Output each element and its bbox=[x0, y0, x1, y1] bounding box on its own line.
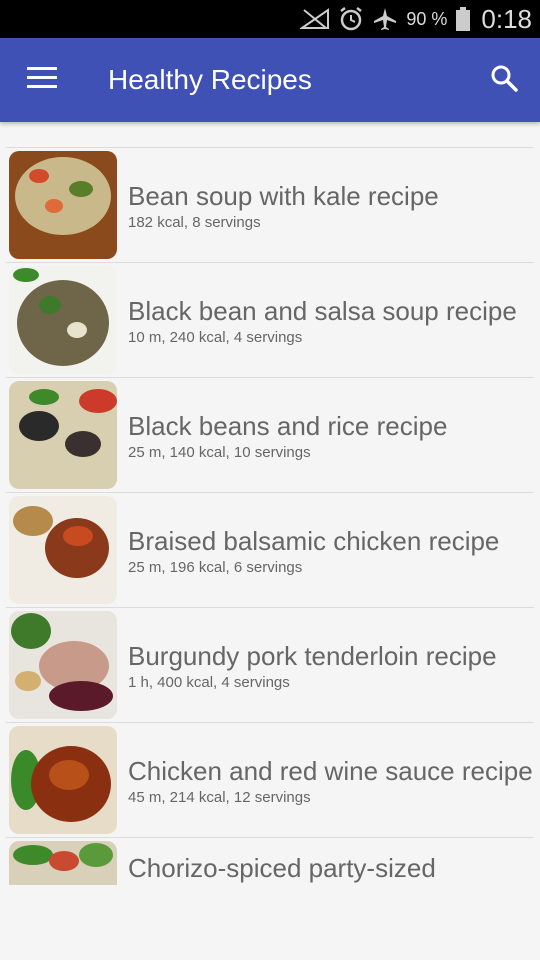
recipe-title: Chorizo-spiced party-sized bbox=[128, 853, 436, 883]
clock: 0:18 bbox=[481, 3, 532, 34]
airplane-icon bbox=[372, 6, 398, 32]
search-button[interactable] bbox=[476, 52, 532, 108]
recipe-thumbnail bbox=[9, 726, 117, 834]
recipe-list[interactable]: Bean soup with kale recipe 182 kcal, 8 s… bbox=[6, 147, 534, 885]
recipe-item-black-beans-rice[interactable]: Black beans and rice recipe 25 m, 140 kc… bbox=[6, 377, 534, 492]
search-icon bbox=[490, 64, 518, 97]
recipe-item-bean-soup-kale[interactable]: Bean soup with kale recipe 182 kcal, 8 s… bbox=[6, 147, 534, 262]
recipe-item-black-bean-salsa-soup[interactable]: Black bean and salsa soup recipe 10 m, 2… bbox=[6, 262, 534, 377]
no-signal-icon bbox=[300, 8, 330, 30]
recipe-item-chorizo-spiced[interactable]: Chorizo-spiced party-sized bbox=[6, 837, 534, 885]
recipe-thumbnail bbox=[9, 266, 117, 374]
recipe-meta: 45 m, 214 kcal, 12 servings bbox=[128, 788, 311, 806]
recipe-thumbnail bbox=[9, 496, 117, 604]
recipe-title: Braised balsamic chicken recipe bbox=[128, 525, 500, 556]
recipe-thumbnail bbox=[9, 151, 117, 259]
recipe-title: Chicken and red wine sauce recipe bbox=[128, 755, 533, 786]
recipe-meta: 1 h, 400 kcal, 4 servings bbox=[128, 673, 290, 691]
recipe-meta: 182 kcal, 8 servings bbox=[128, 213, 261, 231]
recipe-title: Black bean and salsa soup recipe bbox=[128, 295, 517, 326]
recipe-thumbnail bbox=[9, 611, 117, 719]
recipe-item-burgundy-pork-tenderloin[interactable]: Burgundy pork tenderloin recipe 1 h, 400… bbox=[6, 607, 534, 722]
menu-button[interactable] bbox=[14, 52, 70, 108]
recipe-meta: 25 m, 140 kcal, 10 servings bbox=[128, 443, 311, 461]
page-title: Healthy Recipes bbox=[108, 64, 312, 95]
recipe-title: Burgundy pork tenderloin recipe bbox=[128, 640, 497, 671]
alarm-icon bbox=[338, 6, 364, 32]
app-bar: Healthy Recipes bbox=[0, 38, 540, 122]
recipe-thumbnail bbox=[9, 841, 117, 885]
status-bar: 90 % 0:18 bbox=[0, 0, 540, 38]
menu-icon bbox=[27, 66, 57, 94]
recipe-title: Black beans and rice recipe bbox=[128, 410, 448, 441]
recipe-meta: 10 m, 240 kcal, 4 servings bbox=[128, 328, 303, 346]
recipe-meta: 25 m, 196 kcal, 6 servings bbox=[128, 558, 303, 576]
recipe-item-chicken-red-wine-sauce[interactable]: Chicken and red wine sauce recipe 45 m, … bbox=[6, 722, 534, 837]
recipe-item-braised-balsamic-chicken[interactable]: Braised balsamic chicken recipe 25 m, 19… bbox=[6, 492, 534, 607]
battery-level: 90 % bbox=[406, 8, 448, 29]
battery-icon bbox=[455, 6, 471, 32]
recipe-title: Bean soup with kale recipe bbox=[128, 180, 439, 211]
recipe-thumbnail bbox=[9, 381, 117, 489]
